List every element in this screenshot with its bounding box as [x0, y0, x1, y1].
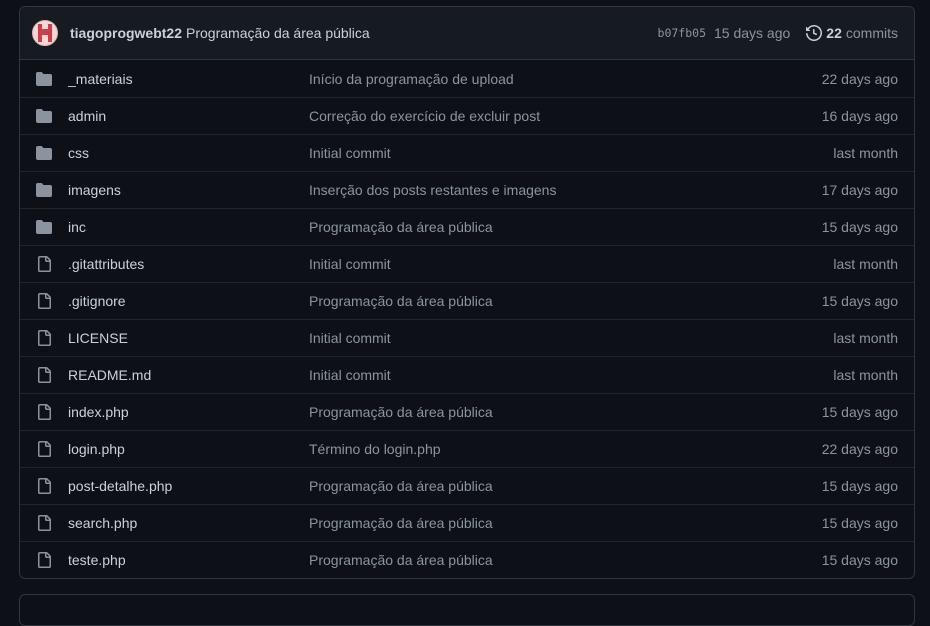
file-row: _materiais Início da programação de uploa…	[20, 60, 914, 97]
file-commit-age: 16 days ago	[821, 108, 898, 124]
file-commit-message-link[interactable]: Initial commit	[309, 330, 833, 346]
folder-icon	[36, 219, 52, 235]
file-commit-message-link[interactable]: Programação da área pública	[309, 552, 822, 568]
file-row: imagens Inserção dos posts restantes e im…	[20, 171, 914, 208]
file-row: login.php Término do login.php 22 days ago	[20, 430, 914, 467]
file-commit-age: 15 days ago	[821, 404, 898, 420]
file-icon	[36, 441, 52, 457]
file-row: .gitattributes Initial commit last month	[20, 245, 914, 282]
file-commit-message-link[interactable]: Initial commit	[309, 145, 833, 161]
file-row: teste.php Programação da área pública 15 d…	[20, 541, 914, 578]
file-icon	[36, 404, 52, 420]
file-commit-age: 15 days ago	[821, 478, 898, 494]
file-icon	[36, 552, 52, 568]
readme-box	[19, 594, 915, 626]
file-commit-message-link[interactable]: Programação da área pública	[309, 293, 822, 309]
avatar[interactable]	[32, 20, 58, 46]
file-icon	[36, 330, 52, 346]
file-row: LICENSE Initial commit last month	[20, 319, 914, 356]
folder-icon	[36, 108, 52, 124]
file-commit-age: last month	[833, 367, 898, 383]
commits-label: commits	[845, 25, 898, 41]
file-commit-age: 15 days ago	[821, 515, 898, 531]
file-commit-message-link[interactable]: Programação da área pública	[309, 478, 822, 494]
file-name-link[interactable]: login.php	[68, 441, 309, 457]
folder-icon	[36, 182, 52, 198]
file-name-link[interactable]: README.md	[68, 367, 309, 383]
file-name-link[interactable]: css	[68, 145, 309, 161]
commits-count: 22	[826, 25, 842, 41]
file-commit-age: 17 days ago	[821, 182, 898, 198]
file-name-link[interactable]: .gitattributes	[68, 256, 309, 272]
file-row: .gitignore Programação da área pública 15 …	[20, 282, 914, 319]
file-commit-message-link[interactable]: Initial commit	[309, 367, 833, 383]
file-row: README.md Initial commit last month	[20, 356, 914, 393]
file-icon	[36, 367, 52, 383]
file-commit-age: 22 days ago	[821, 70, 898, 87]
file-commit-message-link[interactable]: Programação da área pública	[309, 404, 822, 420]
file-commit-age: 15 days ago	[821, 552, 898, 568]
file-name-link[interactable]: LICENSE	[68, 330, 309, 346]
file-icon	[36, 478, 52, 494]
file-commit-message-link[interactable]: Programação da área pública	[309, 219, 822, 235]
file-name-link[interactable]: inc	[68, 219, 309, 235]
file-commit-age: 15 days ago	[821, 293, 898, 309]
commit-sha-link[interactable]: b07fb05	[658, 26, 706, 40]
file-row: index.php Programação da área pública 15 d…	[20, 393, 914, 430]
file-name-link[interactable]: .gitignore	[68, 293, 309, 309]
file-commit-message-link[interactable]: Inserção dos posts restantes e imagens	[309, 182, 822, 198]
history-icon	[806, 25, 823, 41]
file-commit-age: last month	[833, 145, 898, 161]
file-browser: tiagoprogwebt22 Programação da área públ…	[19, 6, 915, 579]
latest-commit-bar: tiagoprogwebt22 Programação da área públ…	[20, 7, 914, 60]
file-name-link[interactable]: admin	[68, 108, 309, 124]
commits-history-link[interactable]: 22 commits	[806, 25, 898, 41]
file-commit-message-link[interactable]: Initial commit	[309, 256, 833, 272]
file-commit-message-link[interactable]: Início da programação de upload	[309, 71, 822, 87]
file-name-link[interactable]: index.php	[68, 404, 309, 420]
file-commit-message-link[interactable]: Correção do exercício de excluir post	[309, 108, 822, 124]
file-icon	[36, 256, 52, 272]
commit-author-link[interactable]: tiagoprogwebt22	[70, 25, 182, 41]
file-row: admin Correção do exercício de excluir po…	[20, 97, 914, 134]
file-name-link[interactable]: imagens	[68, 182, 309, 198]
file-commit-age: 15 days ago	[821, 219, 898, 235]
file-icon	[36, 515, 52, 531]
file-row: inc Programação da área pública 15 days ag…	[20, 208, 914, 245]
file-icon	[36, 293, 52, 309]
file-row: post-detalhe.php Programação da área públ…	[20, 467, 914, 504]
file-commit-age: 22 days ago	[821, 441, 898, 457]
latest-commit-message-link[interactable]: Programação da área pública	[186, 25, 370, 41]
file-list: _materiais Início da programação de uploa…	[20, 60, 914, 578]
folder-icon	[36, 145, 52, 161]
file-name-link[interactable]: teste.php	[68, 552, 309, 568]
commit-meta: b07fb05 15 days ago 22 commits	[658, 25, 898, 41]
commit-age: 15 days ago	[714, 25, 791, 41]
file-row: search.php Programação da área pública 15 …	[20, 504, 914, 541]
file-name-link[interactable]: search.php	[68, 515, 309, 531]
file-row: css Initial commit last month	[20, 134, 914, 171]
file-name-link[interactable]: _materiais	[68, 71, 309, 87]
file-name-link[interactable]: post-detalhe.php	[68, 478, 309, 494]
file-commit-message-link[interactable]: Término do login.php	[309, 441, 822, 457]
folder-icon	[36, 71, 52, 87]
file-commit-age: last month	[833, 330, 898, 346]
file-commit-message-link[interactable]: Programação da área pública	[309, 515, 822, 531]
file-commit-age: last month	[833, 256, 898, 272]
